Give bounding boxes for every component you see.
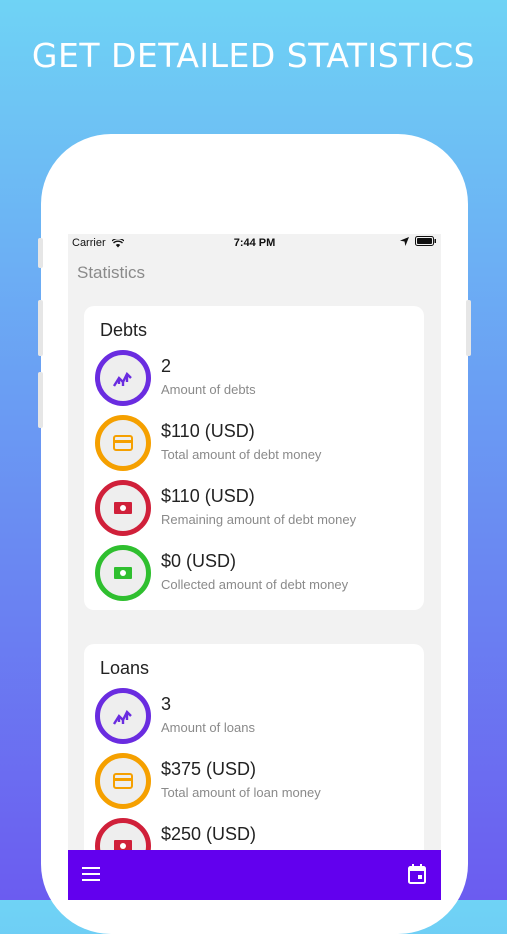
list-item[interactable]: $375 (USD) Total amount of loan money <box>95 753 415 809</box>
phone-side-button <box>38 300 43 356</box>
status-bar: Carrier 7:44 PM <box>68 234 441 250</box>
calendar-icon[interactable] <box>408 864 426 884</box>
stat-label: Amount of debts <box>161 382 256 397</box>
stat-label: Amount of loans <box>161 720 255 735</box>
stat-value: 2 <box>161 356 172 376</box>
app-screen: Carrier 7:44 PM Statistics Debts 2 Amoun… <box>68 234 441 900</box>
status-time: 7:44 PM <box>233 237 276 249</box>
list-item[interactable]: $0 (USD) Collected amount of debt money <box>95 545 415 601</box>
stat-value: $250 (USD) <box>161 824 257 844</box>
page-title: Statistics <box>77 263 146 282</box>
debts-card: Debts 2 Amount of debts $110 (USD) Total… <box>84 306 424 610</box>
debts-title: Debts <box>100 320 148 340</box>
card-icon <box>95 753 151 809</box>
stat-value: 3 <box>161 694 172 714</box>
stat-label: Total amount of debt money <box>161 447 322 462</box>
battery-icon <box>415 236 436 246</box>
card-icon <box>95 415 151 471</box>
phone-side-button <box>38 372 43 428</box>
chart-icon <box>95 688 151 744</box>
location-icon <box>400 236 409 246</box>
list-item[interactable]: 2 Amount of debts <box>95 350 415 406</box>
cash-icon <box>95 545 151 601</box>
stat-label: Collected amount of debt money <box>161 577 349 592</box>
phone-side-button <box>466 300 471 356</box>
stat-value: $110 (USD) <box>161 486 255 506</box>
phone-side-button <box>38 238 43 268</box>
stat-value: $0 (USD) <box>161 551 237 571</box>
stat-value: $110 (USD) <box>161 421 255 441</box>
promo-headline: GET DETAILED STATISTICS <box>31 36 476 75</box>
stat-value: $375 (USD) <box>161 759 257 779</box>
chart-icon <box>95 350 151 406</box>
list-item[interactable]: $110 (USD) Total amount of debt money <box>95 415 415 471</box>
menu-icon[interactable] <box>82 867 100 881</box>
stat-label: Remaining amount of debt money <box>161 512 357 527</box>
list-item[interactable]: $110 (USD) Remaining amount of debt mone… <box>95 480 415 536</box>
bottom-app-bar <box>68 850 441 900</box>
list-item[interactable]: 3 Amount of loans <box>95 688 415 744</box>
loans-title: Loans <box>100 658 150 678</box>
stat-label: Total amount of loan money <box>161 785 321 800</box>
cash-icon <box>95 480 151 536</box>
